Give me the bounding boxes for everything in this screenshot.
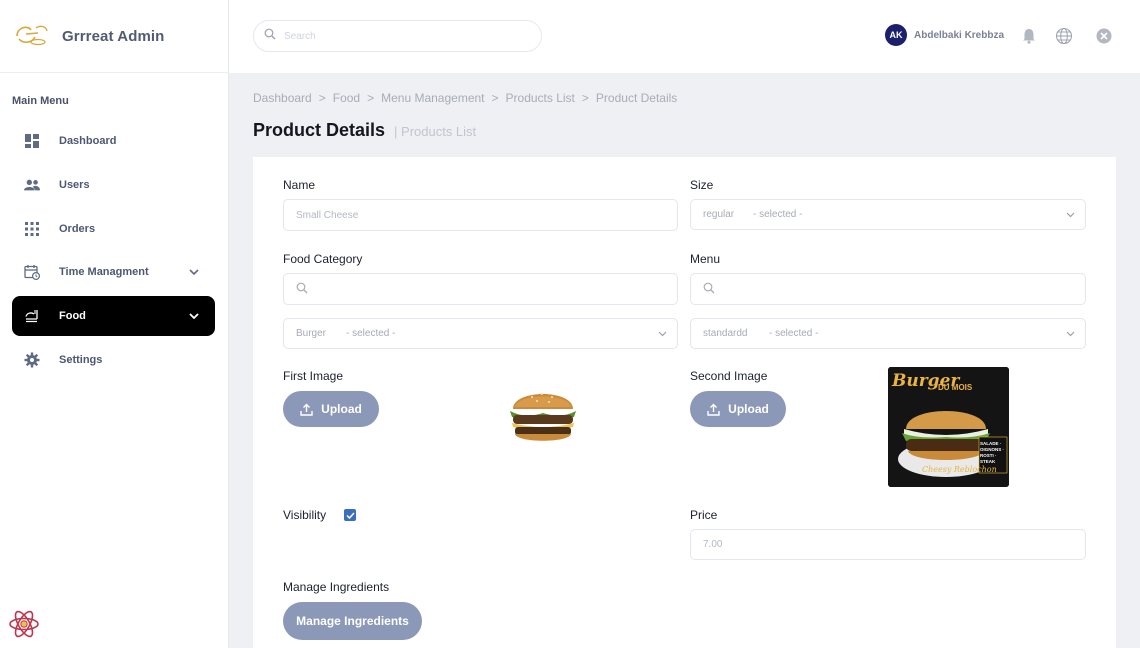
second-image-label: Second Image (690, 369, 768, 383)
name-placeholder: Small Cheese (296, 209, 359, 221)
menu-hint: - selected - (769, 328, 819, 339)
first-image-preview (507, 379, 579, 449)
sidebar-item-orders[interactable]: Orders (12, 209, 215, 249)
poster-side: SALADE · OIGNONS · ROSTI · STEAK (980, 441, 1005, 464)
manage-ingredients-label: Manage Ingredients (283, 580, 390, 594)
sidebar-item-time-managment[interactable]: Time Managment (12, 252, 215, 292)
sidebar-item-settings[interactable]: Settings (12, 340, 215, 380)
page-subtitle[interactable]: | Products List (394, 124, 476, 139)
user-name[interactable]: Abdelbaki Krebbza (914, 30, 1004, 41)
breadcrumb-separator: > (318, 91, 326, 105)
orders-icon (24, 221, 40, 237)
sidebar-item-label: Dashboard (59, 135, 117, 147)
chevron-down-icon[interactable] (187, 269, 201, 276)
sidebar-item-label: Time Managment (59, 266, 149, 279)
upload-label: Upload (321, 402, 362, 416)
sidebar-item-label: Settings (59, 353, 103, 366)
size-hint: - selected - (753, 209, 803, 220)
calendar-clock-icon (24, 264, 40, 281)
size-label: Size (690, 178, 714, 192)
second-image-preview: Burger DU MOIS SALADE · OIGNONS · ROSTI … (888, 367, 1009, 487)
upload-icon (300, 403, 313, 416)
users-icon (24, 177, 40, 193)
sidebar-item-label: Food (59, 310, 86, 323)
price-field[interactable]: 7.00 (690, 529, 1086, 560)
page-title: Product Details (253, 120, 386, 140)
breadcrumb-separator: > (581, 91, 589, 105)
food-category-hint: - selected - (346, 328, 396, 339)
size-select[interactable]: regular - selected - (690, 199, 1086, 230)
bell-icon[interactable] (1020, 27, 1038, 45)
name-label: Name (283, 178, 316, 192)
menu-heading: Main Menu (12, 95, 69, 107)
size-value: regular (703, 209, 735, 220)
manage-ingredients-button[interactable]: Manage Ingredients (283, 602, 422, 640)
menu-search[interactable] (690, 273, 1086, 305)
brand: Grrreat Admin (0, 0, 228, 73)
checkmark-icon (345, 511, 355, 519)
dashboard-icon (24, 133, 40, 149)
breadcrumb-separator: > (491, 91, 499, 105)
breadcrumb-dashboard[interactable]: Dashboard (253, 91, 312, 105)
upload-icon (707, 403, 720, 416)
search-box[interactable] (253, 20, 542, 52)
second-image-upload-button[interactable]: Upload (690, 391, 786, 427)
name-field[interactable]: Small Cheese (283, 199, 678, 231)
sidebar-item-dashboard[interactable]: Dashboard (12, 121, 215, 161)
search-icon (703, 282, 715, 297)
manage-ingredients-button-label: Manage Ingredients (296, 614, 409, 628)
chevron-down-icon (647, 331, 677, 337)
food-category-select[interactable]: Burger - selected - (283, 318, 678, 349)
globe-icon[interactable] (1055, 27, 1073, 45)
menu-select[interactable]: standardd - selected - (690, 318, 1086, 349)
sidebar-item-label: Users (59, 178, 90, 191)
search-input[interactable] (284, 30, 514, 42)
menu-label: Menu (690, 252, 721, 266)
search-icon (264, 27, 276, 45)
breadcrumb-separator: > (367, 91, 375, 105)
page-header: Product Details | Products List (253, 120, 476, 141)
chevron-down-icon (1055, 212, 1085, 218)
breadcrumb: Dashboard > Food > Menu Management > Pro… (253, 91, 677, 105)
app-title: Grrreat Admin (62, 27, 165, 45)
breadcrumb-food[interactable]: Food (333, 91, 360, 105)
poster-sub: DU MOIS (938, 383, 973, 392)
search-icon (296, 282, 308, 297)
visibility-label: Visibility (283, 508, 327, 522)
breadcrumb-menu-management[interactable]: Menu Management (381, 91, 484, 105)
first-image-label: First Image (283, 369, 344, 383)
first-image-upload-button[interactable]: Upload (283, 391, 379, 427)
react-logo (8, 608, 40, 640)
sidebar: Grrreat Admin Main Menu Dashboard Users … (0, 0, 229, 648)
poster-bottom: Cheesy Reblochon (922, 465, 997, 474)
menu-value: standardd (703, 328, 748, 339)
gear-icon (24, 352, 40, 368)
avatar[interactable]: AK (885, 24, 907, 46)
brand-logo[interactable] (14, 22, 50, 50)
chevron-down-icon[interactable] (187, 313, 201, 320)
product-form: Name Small Cheese Size regular - selecte… (253, 157, 1116, 648)
sidebar-item-users[interactable]: Users (12, 165, 215, 205)
food-icon (24, 308, 40, 324)
food-category-value: Burger (296, 328, 327, 339)
food-category-search[interactable] (283, 273, 678, 305)
breadcrumb-product-details: Product Details (595, 91, 678, 105)
food-category-label: Food Category (283, 252, 363, 266)
sidebar-menu: Dashboard Users Orders Time Managment Fo… (0, 121, 228, 380)
user-profile[interactable]: AK Abdelbaki Krebbza (885, 24, 1004, 46)
chevron-down-icon (1055, 331, 1085, 337)
visibility-checkbox[interactable] (344, 509, 356, 521)
price-label: Price (690, 508, 718, 522)
sidebar-item-label: Orders (59, 222, 96, 235)
price-placeholder: 7.00 (703, 539, 723, 550)
sidebar-item-food[interactable]: Food (12, 296, 215, 337)
upload-label: Upload (728, 402, 769, 416)
breadcrumb-products-list[interactable]: Products List (506, 91, 575, 105)
topbar: AK Abdelbaki Krebbza (229, 0, 1140, 73)
close-circle-icon[interactable] (1095, 27, 1113, 45)
